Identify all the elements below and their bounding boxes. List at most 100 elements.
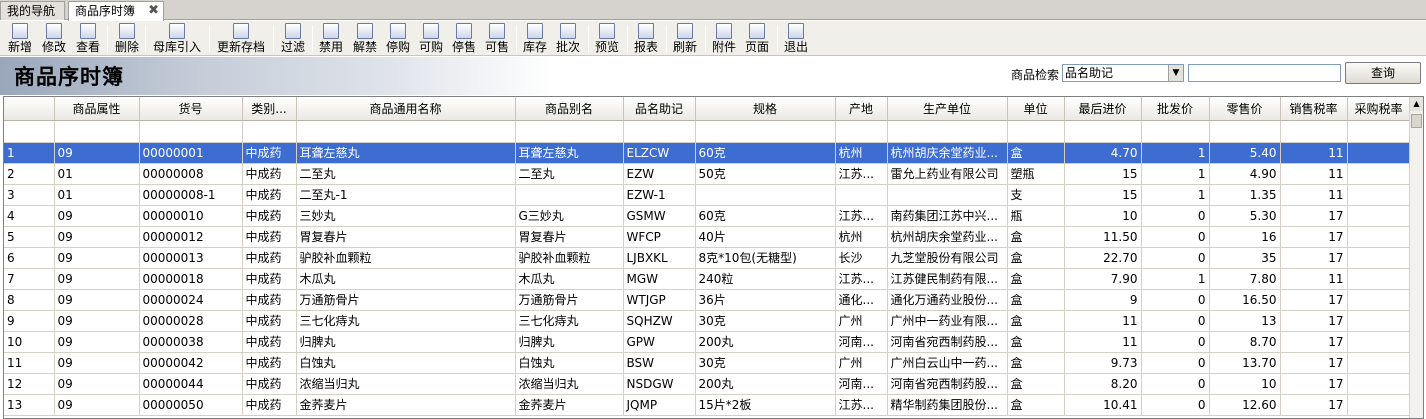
- column-header[interactable]: 商品别名: [515, 97, 624, 121]
- row-number-cell: 10: [4, 331, 55, 353]
- column-header[interactable]: 销售税率: [1280, 97, 1348, 121]
- table-cell: 雷允上药业有限公司: [887, 163, 1008, 185]
- table-cell: 09: [54, 205, 140, 227]
- search-field-select[interactable]: 品名助记 ▼: [1062, 64, 1184, 82]
- column-header[interactable]: 最后进价: [1064, 97, 1142, 121]
- table-cell: 0: [1141, 247, 1210, 269]
- tab-my-navigation[interactable]: 我的导航: [0, 1, 65, 20]
- row-number-cell: 1: [4, 142, 55, 164]
- delete-button[interactable]: 删除: [113, 22, 141, 55]
- edit-button[interactable]: 修改: [40, 22, 68, 55]
- column-header[interactable]: 品名助记: [623, 97, 696, 121]
- table-row[interactable]: 4 09 00000010 中成药 三妙丸 G三妙丸 GSMW 60克 江苏... 南药集团江苏中…: [4, 205, 1411, 227]
- refresh-button[interactable]: 刷新: [671, 22, 699, 55]
- table-cell: 17: [1280, 373, 1348, 395]
- table-row[interactable]: 13 09 00000050 中成药 金荞麦片 金荞麦片 JQMP 15片*2板 江苏... 精华…: [4, 394, 1411, 416]
- table-row[interactable]: 12 09 00000044 中成药 浓缩当归丸 浓缩当归丸 NSDGW 200丸 河南... 河…: [4, 373, 1411, 395]
- allow-sale-button[interactable]: 可售: [483, 22, 511, 55]
- batch-button[interactable]: 批次: [554, 22, 582, 55]
- table-cell: 17: [1280, 310, 1348, 332]
- table-cell: [1347, 373, 1411, 395]
- table-cell: 杭州胡庆余堂药业...: [887, 226, 1008, 248]
- row-number-cell: 11: [4, 352, 55, 374]
- report-button[interactable]: 报表: [632, 22, 660, 55]
- preview-button[interactable]: 预览: [593, 22, 621, 55]
- batch-icon: [560, 23, 576, 39]
- column-header[interactable]: 货号: [139, 97, 243, 121]
- stop-purchase-button[interactable]: 停购: [384, 22, 412, 55]
- table-cell: 1.35: [1209, 184, 1281, 206]
- table-cell: [1347, 205, 1411, 227]
- column-header[interactable]: 单位: [1007, 97, 1065, 121]
- table-cell: 00000010: [139, 205, 243, 227]
- table-row[interactable]: 11 09 00000042 中成药 白蚀丸 白蚀丸 BSW 30克 广州 广州白云山中一药...…: [4, 352, 1411, 374]
- update-archive-button[interactable]: 更新存档: [215, 22, 267, 55]
- table-cell: 0: [1141, 205, 1210, 227]
- view-button[interactable]: 查看: [74, 22, 102, 55]
- table-cell: [835, 184, 888, 206]
- table-cell: 0: [1141, 226, 1210, 248]
- table-cell: 09: [54, 352, 140, 374]
- table-cell: 00000050: [139, 394, 243, 416]
- attachment-button[interactable]: 附件: [710, 22, 738, 55]
- table-cell: 10: [1064, 205, 1142, 227]
- allow-purchase-button[interactable]: 可购: [417, 22, 445, 55]
- column-header[interactable]: 零售价: [1209, 97, 1281, 121]
- table-row[interactable]: 6 09 00000013 中成药 驴胶补血颗粒 驴胶补血颗粒 LJBXKL 8克*10包(无…: [4, 247, 1411, 269]
- vertical-scrollbar[interactable]: ▲: [1409, 97, 1423, 418]
- column-header[interactable]: 生产单位: [887, 97, 1008, 121]
- table-cell: 15片*2板: [695, 394, 836, 416]
- column-header[interactable]: 采购税率: [1347, 97, 1411, 121]
- table-cell: 09: [54, 142, 140, 164]
- row-number-cell: 12: [4, 373, 55, 395]
- table-row[interactable]: 8 09 00000024 中成药 万通筋骨片 万通筋骨片 WTJGP 36片 通化... 通化万…: [4, 289, 1411, 311]
- scroll-thumb[interactable]: [1411, 114, 1422, 128]
- toolbar-separator: [107, 25, 108, 52]
- search-input[interactable]: [1188, 64, 1341, 82]
- search-button[interactable]: 查询: [1345, 62, 1421, 84]
- table-cell: 中成药: [242, 394, 297, 416]
- table-cell: 盒: [1007, 226, 1065, 248]
- table-row[interactable]: 3 01 00000008-1 中成药 二至丸-1 EZW-1 支 15 1 1.35 11: [4, 184, 1411, 206]
- filter-row[interactable]: [4, 120, 1411, 143]
- disable-button[interactable]: 禁用: [317, 22, 345, 55]
- scroll-up-icon[interactable]: ▲: [1410, 97, 1423, 111]
- row-number-cell: 9: [4, 310, 55, 332]
- stop-sale-button[interactable]: 停售: [450, 22, 478, 55]
- table-row[interactable]: 9 09 00000028 中成药 三七化痔丸 三七化痔丸 SQHZW 30克 广州 广州中一药业…: [4, 310, 1411, 332]
- table-cell: 0: [1141, 310, 1210, 332]
- chevron-down-icon[interactable]: ▼: [1168, 65, 1183, 81]
- new-doc-icon: [12, 23, 28, 39]
- column-header[interactable]: 商品通用名称: [296, 97, 516, 121]
- table-row[interactable]: 2 01 00000008 中成药 二至丸 二至丸 EZW 50克 江苏... 雷允上药业有限公司…: [4, 163, 1411, 185]
- exit-button[interactable]: 退出: [782, 22, 810, 55]
- page-button[interactable]: 页面: [743, 22, 771, 55]
- table-cell: 15: [1064, 184, 1142, 206]
- table-cell: 瓶: [1007, 205, 1065, 227]
- table-cell: 驴胶补血颗粒: [296, 247, 516, 269]
- table-cell: 00000008-1: [139, 184, 243, 206]
- table-row[interactable]: 7 09 00000018 中成药 木瓜丸 木瓜丸 MGW 240粒 江苏... 江苏健民制药有限…: [4, 268, 1411, 290]
- tab-product-ledger[interactable]: 商品序时簿 ✖: [68, 1, 164, 21]
- enable-button[interactable]: 解禁: [351, 22, 379, 55]
- column-header[interactable]: 商品属性: [54, 97, 140, 121]
- table-cell: 驴胶补血颗粒: [515, 247, 624, 269]
- column-header[interactable]: 产地: [835, 97, 888, 121]
- stock-button[interactable]: 库存: [521, 22, 549, 55]
- table-row[interactable]: 1 09 00000001 中成药 耳聋左慈丸 耳聋左慈丸 ELZCW 60克 杭州 杭州胡庆余堂…: [4, 142, 1411, 164]
- close-icon[interactable]: ✖: [148, 2, 159, 20]
- preview-icon: [599, 23, 615, 39]
- table-cell: G三妙丸: [515, 205, 624, 227]
- new-button[interactable]: 新增: [6, 22, 34, 55]
- table-cell: 中成药: [242, 352, 297, 374]
- column-header[interactable]: 批发价: [1141, 97, 1210, 121]
- import-master-button[interactable]: 母库引入: [151, 22, 203, 55]
- table-cell: 江苏...: [835, 268, 888, 290]
- column-header[interactable]: 规格: [695, 97, 836, 121]
- table-row[interactable]: 5 09 00000012 中成药 胃复春片 胃复春片 WFCP 40片 杭州 杭州胡庆余堂药业.…: [4, 226, 1411, 248]
- column-header[interactable]: 类别...: [242, 97, 297, 121]
- filter-button[interactable]: 过滤: [279, 22, 307, 55]
- table-cell: 17: [1280, 247, 1348, 269]
- header-banner: 商品序时簿 商品检索 品名助记 ▼ 查询: [0, 57, 1426, 95]
- table-row[interactable]: 10 09 00000038 中成药 归脾丸 归脾丸 GPW 200丸 河南... 河南省宛西制药…: [4, 331, 1411, 353]
